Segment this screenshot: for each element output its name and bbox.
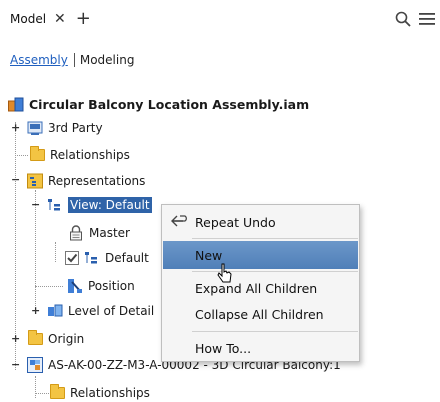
tree-item-relationships-child[interactable]: Relationships <box>49 381 150 402</box>
folder-icon <box>29 146 45 163</box>
menu-item-new[interactable]: New <box>163 241 358 269</box>
tree-root-assembly[interactable]: Circular Balcony Location Assembly.iam <box>8 92 309 116</box>
tree-item-master[interactable]: Master <box>68 221 130 245</box>
tree-item-origin[interactable]: Origin <box>27 327 84 351</box>
tree-root-label: Circular Balcony Location Assembly.iam <box>29 96 310 112</box>
menu-item-label: Collapse All Children <box>195 306 324 322</box>
tree-item-label: Level of Detail <box>68 304 155 318</box>
tree-guide-line <box>15 155 28 156</box>
subtab-modeling[interactable]: Modeling <box>80 53 135 67</box>
tree-item-label: Representations <box>48 174 146 188</box>
menu-item-repeat-undo[interactable]: Repeat Undo <box>163 208 358 236</box>
tree-item-view-default[interactable]: View: Default <box>47 193 152 217</box>
expand-icon[interactable]: + <box>31 305 40 316</box>
tab-model-label: Model <box>10 12 47 26</box>
tree-item-position[interactable]: Position <box>67 274 135 298</box>
panel-tools <box>394 10 436 28</box>
close-icon[interactable]: ✕ <box>54 12 66 26</box>
subassembly-icon <box>27 357 43 373</box>
tree-guide-line <box>55 242 56 262</box>
context-menu: Repeat Undo New Expand All Children Coll… <box>161 204 360 362</box>
tree-item-relationships[interactable]: Relationships <box>29 143 130 167</box>
menu-item-how-to[interactable]: How To... <box>163 334 358 362</box>
menu-item-label: How To... <box>195 340 252 356</box>
menu-item-label: New <box>195 247 223 263</box>
level-of-detail-icon <box>47 303 63 319</box>
browser-subtabs: Assembly Modeling <box>10 53 134 67</box>
subtab-assembly[interactable]: Assembly <box>10 53 74 67</box>
collapse-icon[interactable]: − <box>11 174 20 185</box>
menu-item-expand-all-children[interactable]: Expand All Children <box>163 274 358 302</box>
tree-guide-line <box>35 393 49 394</box>
tree-item-label: Position <box>88 279 135 293</box>
collapse-icon[interactable]: − <box>31 199 40 210</box>
lock-icon <box>68 225 84 241</box>
folder-icon <box>27 330 43 347</box>
tab-model[interactable]: Model ✕ <box>0 12 66 26</box>
subtab-divider <box>73 53 75 67</box>
tree-item-label: 3rd Party <box>48 121 103 135</box>
view-representation-icon <box>47 197 63 213</box>
hamburger-menu-icon[interactable] <box>418 10 436 28</box>
tree-item-level-of-detail[interactable]: Level of Detail <box>47 299 154 323</box>
tree-item-representations[interactable]: Representations <box>27 169 145 193</box>
tree-item-label: Default <box>105 251 149 265</box>
tree-item-default[interactable]: Default <box>64 246 149 270</box>
collapse-icon[interactable]: − <box>11 359 20 370</box>
mouse-pointer-icon <box>217 263 233 288</box>
tree-item-3rd-party[interactable]: 3rd Party <box>27 116 103 140</box>
menu-item-collapse-all-children[interactable]: Collapse All Children <box>163 300 358 328</box>
tree-item-label: Relationships <box>70 386 150 400</box>
representations-icon <box>27 173 43 189</box>
position-representation-icon <box>67 278 83 294</box>
search-icon[interactable] <box>394 10 412 28</box>
menu-separator <box>192 238 358 239</box>
panel-tabbar: Model ✕ + <box>0 0 440 38</box>
plus-icon[interactable]: + <box>76 10 91 28</box>
undo-icon <box>171 214 189 231</box>
tree-guide-line <box>35 286 63 287</box>
tree-guide-line <box>35 376 36 398</box>
menu-item-label: Expand All Children <box>195 280 318 296</box>
checkbox-icon[interactable] <box>64 250 80 266</box>
menu-separator <box>192 331 358 332</box>
expand-icon[interactable]: + <box>11 333 20 344</box>
tree-item-label: Relationships <box>50 148 130 162</box>
tree-item-label: Master <box>89 226 130 240</box>
view-representation-icon <box>84 250 100 266</box>
folder-icon <box>49 384 65 401</box>
tree-item-label: Origin <box>48 332 85 346</box>
expand-icon[interactable]: + <box>11 122 20 133</box>
menu-item-label: Repeat Undo <box>195 214 276 230</box>
tree-item-label: View: Default <box>68 197 152 213</box>
assembly-file-icon <box>8 96 24 112</box>
third-party-icon <box>27 120 43 136</box>
